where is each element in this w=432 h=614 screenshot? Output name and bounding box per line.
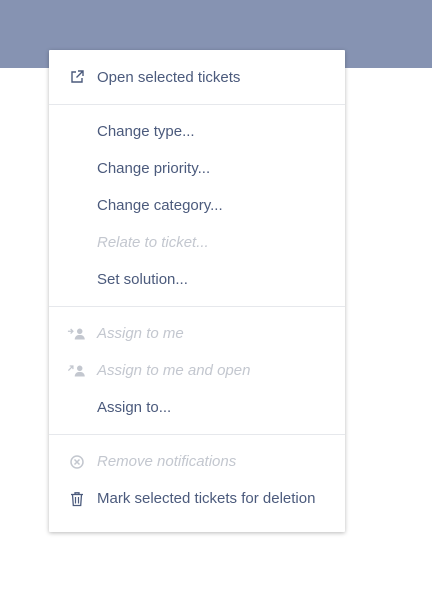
- remove-notifications-icon: [67, 453, 87, 471]
- menu-separator: [49, 434, 345, 435]
- menu-item-set-solution[interactable]: Set solution...: [49, 261, 345, 298]
- menu-item-relate-to-ticket: Relate to ticket...: [49, 224, 345, 261]
- menu-item-change-priority[interactable]: Change priority...: [49, 150, 345, 187]
- menu-item-label: Change category...: [97, 197, 223, 214]
- menu-item-change-category[interactable]: Change category...: [49, 187, 345, 224]
- menu-item-open-selected-tickets[interactable]: Open selected tickets: [49, 58, 345, 96]
- external-link-icon: [67, 68, 87, 86]
- assign-and-open-icon: [67, 362, 87, 380]
- menu-item-assign-to-me-and-open: Assign to me and open: [49, 352, 345, 389]
- menu-item-label: Relate to ticket...: [97, 234, 209, 251]
- menu-item-change-type[interactable]: Change type...: [49, 113, 345, 150]
- menu-item-label: Assign to me and open: [97, 362, 251, 379]
- menu-item-label: Assign to me: [97, 325, 184, 342]
- menu-item-assign-to-me: Assign to me: [49, 315, 345, 352]
- menu-item-remove-notifications: Remove notifications: [49, 443, 345, 480]
- menu-item-label: Assign to...: [97, 399, 172, 416]
- assign-to-me-icon: [67, 325, 87, 343]
- context-menu: Open selected tickets Change type... Cha…: [49, 50, 345, 532]
- menu-item-label: Change type...: [97, 123, 195, 140]
- menu-item-label: Open selected tickets: [97, 68, 241, 86]
- menu-separator: [49, 306, 345, 307]
- menu-item-label: Remove notifications: [97, 453, 237, 470]
- menu-separator: [49, 104, 345, 105]
- trash-icon: [67, 490, 87, 508]
- menu-item-label: Change priority...: [97, 160, 211, 177]
- menu-item-label: Set solution...: [97, 271, 188, 288]
- menu-item-assign-to[interactable]: Assign to...: [49, 389, 345, 426]
- menu-item-mark-for-deletion[interactable]: Mark selected tickets for deletion: [49, 480, 345, 517]
- menu-item-label: Mark selected tickets for deletion: [97, 490, 316, 507]
